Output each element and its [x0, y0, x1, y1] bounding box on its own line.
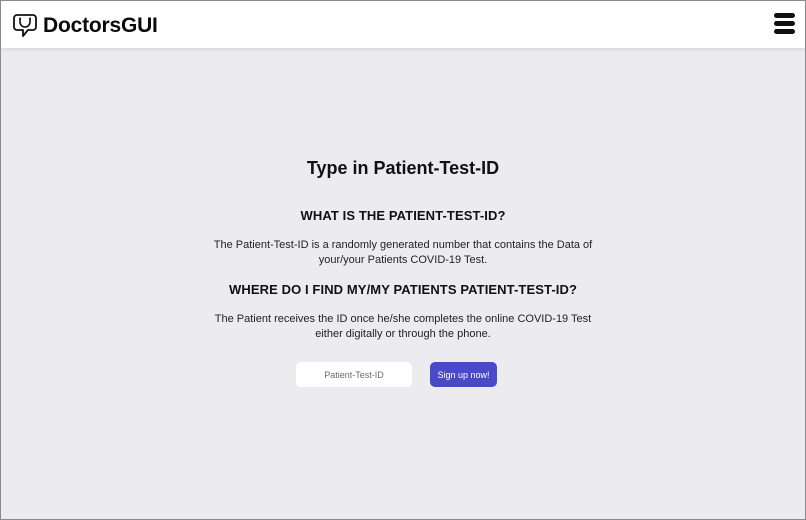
what-is-description: The Patient-Test-ID is a randomly genera… [213, 239, 593, 266]
where-to-find-heading: WHERE DO I FIND MY/MY PATIENTS PATIENT-T… [229, 282, 577, 297]
where-to-find-description: The Patient receives the ID once he/she … [214, 313, 592, 340]
brand-logo[interactable]: DoctorsGUI [13, 12, 158, 40]
what-is-heading: WHAT IS THE PATIENT-TEST-ID? [300, 208, 506, 223]
stethoscope-speech-bubble-icon [13, 14, 37, 37]
patient-test-id-form: Sign up now! [1, 361, 805, 387]
patient-test-id-input[interactable] [296, 362, 412, 387]
page-title: Type in Patient-Test-ID [306, 158, 500, 178]
app-window: DoctorsGUI Type in Patient-Test-ID WHAT … [0, 0, 806, 520]
top-navbar: DoctorsGUI [1, 1, 805, 48]
brand-name: DoctorsGUI [43, 14, 158, 37]
menu-bar-top [774, 13, 795, 18]
sign-up-button[interactable]: Sign up now! [430, 362, 497, 387]
menu-bar-middle [774, 21, 795, 26]
hamburger-menu-icon[interactable] [774, 13, 795, 34]
menu-bar-bottom [774, 29, 795, 34]
